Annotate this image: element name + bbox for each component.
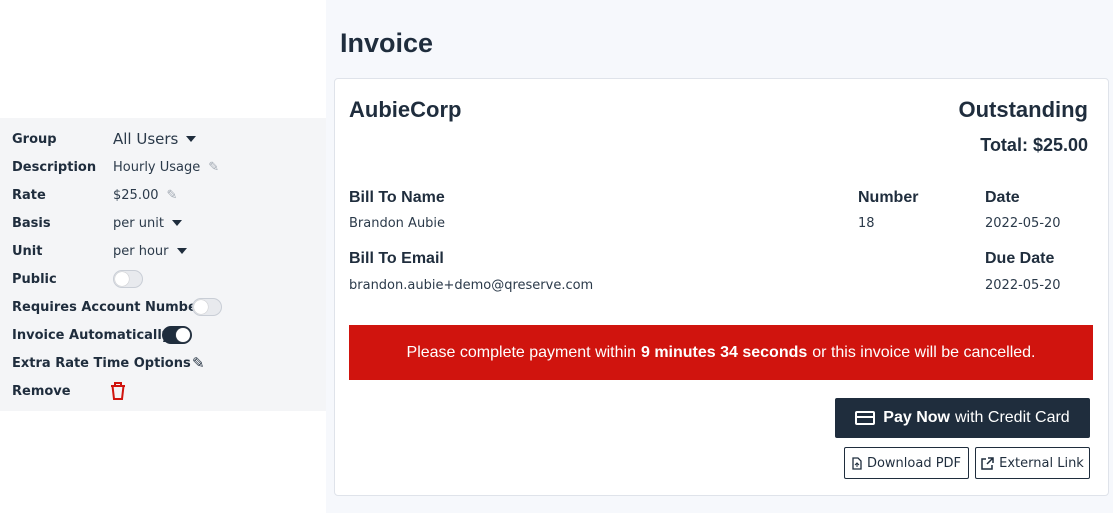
company-name: AubieCorp: [349, 97, 462, 122]
invoice-card: AubieCorp Outstanding Total: $25.00 Bill …: [334, 78, 1109, 496]
caret-down-icon: [186, 136, 197, 142]
rate-value: $25.00: [113, 187, 159, 203]
due-date-heading: Due Date: [985, 250, 1055, 267]
toggle-knob: [115, 272, 129, 286]
download-pdf-button[interactable]: Download PDF: [844, 447, 969, 479]
pencil-icon[interactable]: ✎: [208, 160, 219, 175]
pdf-file-icon: [852, 456, 862, 470]
page-title: Invoice: [340, 28, 434, 58]
total-label: Total:: [980, 135, 1028, 155]
number-heading: Number: [858, 189, 919, 206]
invoice-area: Invoice AubieCorp Outstanding Total: $25.…: [326, 0, 1113, 513]
bill-to-email-value: brandon.aubie+demo@qreserve.com: [349, 278, 594, 293]
date-heading: Date: [985, 189, 1020, 206]
pay-with-card-label: with Credit Card: [954, 409, 1070, 426]
status-label: Outstanding: [958, 97, 1088, 122]
rate-field[interactable]: $25.00 ✎: [113, 188, 177, 203]
external-link-label: External Link: [999, 455, 1084, 471]
external-link-button[interactable]: External Link: [975, 447, 1090, 479]
invoice-total: Total: $25.00: [975, 135, 1088, 156]
group-value: All Users: [113, 130, 179, 148]
extra-rate-time-options-label: Extra Rate Time Options: [12, 355, 191, 371]
alert-suffix: or this invoice will be cancelled.: [812, 343, 1036, 361]
alert-countdown: 9 minutes 34 seconds: [640, 343, 808, 361]
toggle-knob: [194, 300, 208, 314]
total-value: $25.00: [1032, 135, 1088, 155]
unit-dropdown[interactable]: per hour: [113, 244, 187, 259]
group-dropdown[interactable]: All Users: [113, 130, 197, 148]
number-value: 18: [858, 216, 875, 231]
requires-account-number-toggle[interactable]: [192, 298, 222, 316]
bill-to-name-value: Brandon Aubie: [349, 216, 446, 231]
bill-to-email-heading: Bill To Email: [349, 250, 444, 267]
due-date-value: 2022-05-20: [985, 278, 1061, 293]
pencil-icon[interactable]: ✎: [192, 354, 205, 372]
caret-down-icon: [171, 220, 182, 226]
public-label: Public: [12, 271, 57, 287]
credit-card-icon: [855, 411, 876, 425]
caret-down-icon: [176, 248, 187, 254]
payment-timer-alert: Please complete payment within 9 minutes …: [349, 325, 1093, 380]
basis-dropdown[interactable]: per unit: [113, 216, 182, 231]
pay-now-label: Pay Now: [883, 409, 950, 426]
external-link-icon: [981, 456, 994, 470]
invoice-automatically-toggle[interactable]: [162, 326, 192, 344]
public-toggle[interactable]: [113, 270, 143, 288]
remove-label: Remove: [12, 383, 71, 399]
toggle-knob: [176, 328, 190, 342]
description-value: Hourly Usage: [113, 159, 201, 175]
pay-now-button[interactable]: Pay Now with Credit Card: [835, 398, 1090, 438]
download-pdf-label: Download PDF: [866, 455, 962, 471]
basis-value: per unit: [113, 215, 164, 231]
requires-account-number-label: Requires Account Number: [12, 299, 204, 315]
bill-to-name-heading: Bill To Name: [349, 189, 445, 206]
unit-value: per hour: [113, 243, 169, 259]
trash-icon[interactable]: [109, 381, 127, 401]
pencil-icon[interactable]: ✎: [167, 188, 178, 203]
alert-prefix: Please complete payment within: [406, 343, 636, 361]
date-value: 2022-05-20: [985, 216, 1061, 231]
description-field[interactable]: Hourly Usage ✎: [113, 160, 219, 175]
rate-settings-panel: Group All Users Description Hourly Usage…: [0, 118, 326, 411]
